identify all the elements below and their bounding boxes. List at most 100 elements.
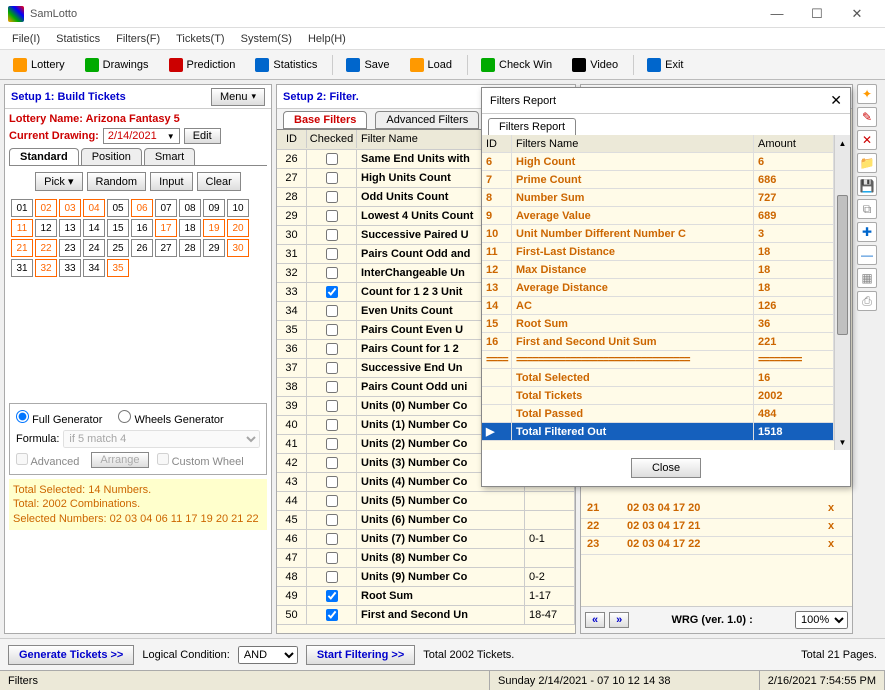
logical-condition-select[interactable]: AND — [238, 646, 298, 664]
tab-advanced-filters[interactable]: Advanced Filters — [375, 111, 479, 129]
new-icon[interactable]: ✦ — [857, 84, 877, 104]
col-id[interactable]: ID — [277, 130, 307, 148]
number-24[interactable]: 24 — [83, 239, 105, 257]
number-3[interactable]: 03 — [59, 199, 81, 217]
maximize-button[interactable]: ☐ — [797, 2, 837, 26]
number-9[interactable]: 09 — [203, 199, 225, 217]
menu-statistics[interactable]: Statistics — [48, 31, 108, 47]
report-row[interactable]: 10Unit Number Different Number C3 — [482, 225, 834, 243]
number-13[interactable]: 13 — [59, 219, 81, 237]
number-34[interactable]: 34 — [83, 259, 105, 277]
nav-next-button[interactable]: » — [609, 612, 629, 628]
number-4[interactable]: 04 — [83, 199, 105, 217]
number-5[interactable]: 05 — [107, 199, 129, 217]
menu-systems[interactable]: System(S) — [233, 31, 300, 47]
tab-standard[interactable]: Standard — [9, 148, 79, 165]
report-close-icon[interactable]: ✕ — [830, 92, 842, 109]
filter-row[interactable]: 45Units (6) Number Co — [277, 511, 575, 530]
tab-base-filters[interactable]: Base Filters — [283, 111, 367, 129]
number-10[interactable]: 10 — [227, 199, 249, 217]
menu-ticketst[interactable]: Tickets(T) — [168, 31, 232, 47]
number-14[interactable]: 14 — [83, 219, 105, 237]
pick-button[interactable]: Pick ▾ — [35, 172, 82, 191]
report-row[interactable]: 14AC126 — [482, 297, 834, 315]
toolbar-video[interactable]: Video — [563, 54, 627, 76]
toolbar-exit[interactable]: Exit — [638, 54, 692, 76]
toolbar-lottery[interactable]: Lottery — [4, 54, 74, 76]
filter-row[interactable]: 49Root Sum1-17 — [277, 587, 575, 606]
filter-row[interactable]: 48Units (9) Number Co0-2 — [277, 568, 575, 587]
number-31[interactable]: 31 — [11, 259, 33, 277]
menu-filtersf[interactable]: Filters(F) — [108, 31, 168, 47]
tab-position[interactable]: Position — [81, 148, 142, 165]
drawing-date-picker[interactable]: 2/14/2021 ▼ — [103, 128, 180, 144]
number-32[interactable]: 32 — [35, 259, 57, 277]
report-row[interactable]: 6High Count6 — [482, 153, 834, 171]
toolbar-drawings[interactable]: Drawings — [76, 54, 158, 76]
formula-select[interactable]: if 5 match 4 — [63, 430, 260, 448]
number-12[interactable]: 12 — [35, 219, 57, 237]
view-icon[interactable]: ▦ — [857, 268, 877, 288]
number-30[interactable]: 30 — [227, 239, 249, 257]
number-16[interactable]: 16 — [131, 219, 153, 237]
number-8[interactable]: 08 — [179, 199, 201, 217]
report-row[interactable]: 12Max Distance18 — [482, 261, 834, 279]
report-total-row[interactable]: Total Selected16 — [482, 369, 834, 387]
close-button[interactable]: ✕ — [837, 2, 877, 26]
number-19[interactable]: 19 — [203, 219, 225, 237]
menu-helph[interactable]: Help(H) — [300, 31, 354, 47]
remove-icon[interactable]: — — [857, 245, 877, 265]
advanced-checkbox[interactable]: Advanced — [16, 453, 79, 468]
ticket-row[interactable]: 2302 03 04 17 22x — [581, 537, 852, 555]
report-close-button[interactable]: Close — [631, 458, 701, 478]
report-row[interactable]: 9Average Value689 — [482, 207, 834, 225]
report-row[interactable]: 7Prime Count686 — [482, 171, 834, 189]
toolbar-load[interactable]: Load — [401, 54, 461, 76]
number-21[interactable]: 21 — [11, 239, 33, 257]
save-icon[interactable]: 💾 — [857, 176, 877, 196]
add-icon[interactable]: ✚ — [857, 222, 877, 242]
report-total-row[interactable]: Total Tickets2002 — [482, 387, 834, 405]
filter-row[interactable]: 47Units (8) Number Co — [277, 549, 575, 568]
zoom-select[interactable]: 100% — [795, 611, 848, 629]
arrange-button[interactable]: Arrange — [91, 452, 148, 468]
number-20[interactable]: 20 — [227, 219, 249, 237]
ticket-row[interactable]: 2202 03 04 17 21x — [581, 519, 852, 537]
clear-button[interactable]: Clear — [197, 172, 241, 191]
nav-prev-button[interactable]: « — [585, 612, 605, 628]
toolbar-prediction[interactable]: Prediction — [160, 54, 245, 76]
number-23[interactable]: 23 — [59, 239, 81, 257]
number-6[interactable]: 06 — [131, 199, 153, 217]
report-total-row[interactable]: Total Passed484 — [482, 405, 834, 423]
filter-row[interactable]: 50First and Second Un18-47 — [277, 606, 575, 625]
random-button[interactable]: Random — [87, 172, 147, 191]
number-15[interactable]: 15 — [107, 219, 129, 237]
report-row[interactable]: 8Number Sum727 — [482, 189, 834, 207]
delete-icon[interactable]: ✕ — [857, 130, 877, 150]
number-1[interactable]: 01 — [11, 199, 33, 217]
filter-row[interactable]: 46Units (7) Number Co0-1 — [277, 530, 575, 549]
toolbar-check-win[interactable]: Check Win — [472, 54, 561, 76]
report-row[interactable]: 13Average Distance18 — [482, 279, 834, 297]
col-checked[interactable]: Checked — [307, 130, 357, 148]
print-icon[interactable]: ⎙ — [857, 291, 877, 311]
report-tab[interactable]: Filters Report — [488, 118, 576, 135]
report-col-id[interactable]: ID — [482, 135, 512, 152]
generate-tickets-button[interactable]: Generate Tickets >> — [8, 645, 134, 665]
toolbar-statistics[interactable]: Statistics — [246, 54, 326, 76]
number-33[interactable]: 33 — [59, 259, 81, 277]
input-button[interactable]: Input — [150, 172, 192, 191]
number-17[interactable]: 17 — [155, 219, 177, 237]
start-filtering-button[interactable]: Start Filtering >> — [306, 645, 415, 665]
wheels-generator-radio[interactable]: Wheels Generator — [118, 410, 223, 426]
report-total-row[interactable]: ▶Total Filtered Out1518 — [482, 423, 834, 441]
number-26[interactable]: 26 — [131, 239, 153, 257]
number-22[interactable]: 22 — [35, 239, 57, 257]
number-25[interactable]: 25 — [107, 239, 129, 257]
wand-icon[interactable]: ✎ — [857, 107, 877, 127]
number-18[interactable]: 18 — [179, 219, 201, 237]
report-col-name[interactable]: Filters Name — [512, 135, 754, 152]
number-35[interactable]: 35 — [107, 259, 129, 277]
report-row[interactable]: 11First-Last Distance18 — [482, 243, 834, 261]
copy-icon[interactable]: ⧉ — [857, 199, 877, 219]
